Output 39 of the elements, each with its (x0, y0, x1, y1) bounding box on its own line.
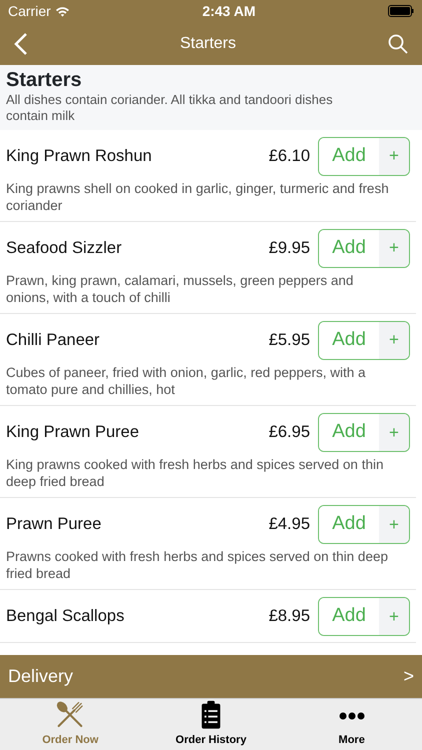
dish-description: King prawns shell on cooked in garlic, ginger, turmeric and fresh coriander (6, 180, 390, 215)
dish-price: £6.10 (268, 146, 310, 167)
dish-price: £6.95 (268, 422, 310, 443)
plus-button[interactable]: + (379, 322, 409, 359)
tab-item[interactable]: Order History (140, 699, 282, 750)
tab-item[interactable]: More (281, 699, 422, 750)
chevron-label: > (403, 665, 414, 688)
dish-description: King prawns cooked with fresh herbs and spices served on thin deep fried bread (6, 456, 384, 491)
delivery-label: Delivery (8, 665, 74, 688)
dish-name: Prawn Puree (6, 514, 102, 535)
dish-name: Chilli Paneer (6, 330, 101, 351)
dish-description: Prawns cooked with fresh herbs and spices served on thin deep fried bread (6, 548, 389, 583)
dish-name: Seafood Sizzler (6, 238, 123, 259)
dish-price: £5.95 (268, 330, 310, 351)
dish-price: £9.95 (268, 238, 310, 259)
dish-name: King Prawn Roshun (6, 146, 153, 167)
dish-description: Cubes of paneer, fried with onion, garlic, red peppers, with a tomato pure and chillies, hot (6, 364, 366, 399)
wifi-icon (54, 6, 70, 16)
back-icon[interactable] (14, 32, 28, 56)
status-time: 2:43 AM (202, 2, 256, 20)
search-icon[interactable] (388, 34, 408, 54)
dish-description: Prawn, king prawn, calamari, mussels, green peppers and onions, with a touch of chilli (6, 272, 354, 307)
plus-button[interactable]: + (379, 138, 409, 174)
section-title: Starters (6, 68, 83, 92)
plus-button[interactable]: + (379, 506, 409, 543)
dish-price: £4.95 (268, 514, 310, 535)
plus-button[interactable]: + (379, 230, 409, 267)
dish-name: King Prawn Puree (6, 422, 140, 443)
section-note: All dishes contain coriander. All tikka and tandoori dishes contain milk (6, 92, 334, 124)
carrier-label: Carrier (8, 2, 51, 20)
plus-button[interactable]: + (379, 414, 409, 451)
dish-price: £8.95 (268, 606, 310, 628)
dish-name: Bengal Scallops (6, 606, 126, 628)
nav-title: Starters (180, 34, 236, 54)
plus-button[interactable]: + (379, 598, 409, 635)
tab-item[interactable]: Order Now (0, 699, 141, 750)
more-icon (338, 712, 365, 720)
battery-icon (388, 5, 414, 17)
delivery-bar[interactable]: Delivery > (0, 655, 422, 698)
